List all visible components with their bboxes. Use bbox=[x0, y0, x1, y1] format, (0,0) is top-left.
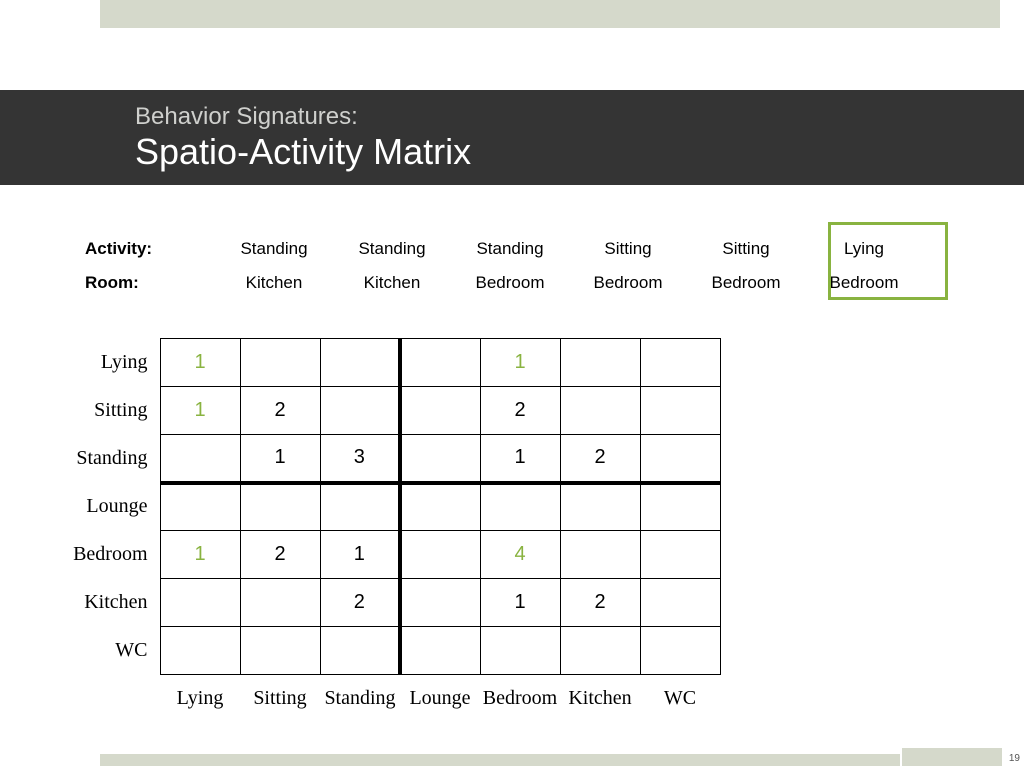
matrix-cell: 2 bbox=[320, 579, 400, 627]
matrix-cell bbox=[400, 435, 480, 483]
matrix-cell bbox=[160, 627, 240, 675]
current-state-highlight bbox=[828, 222, 948, 300]
matrix-cell bbox=[640, 435, 720, 483]
matrix-cell bbox=[320, 483, 400, 531]
matrix-cell bbox=[240, 579, 320, 627]
matrix-cell bbox=[320, 339, 400, 387]
slide-subtitle: Behavior Signatures: bbox=[135, 103, 1024, 131]
matrix-cell bbox=[320, 387, 400, 435]
matrix-cell bbox=[400, 627, 480, 675]
seq-col: Standing bbox=[215, 239, 333, 259]
matrix-cell bbox=[640, 387, 720, 435]
matrix-cell bbox=[560, 483, 640, 531]
matrix-cell bbox=[640, 627, 720, 675]
spatio-activity-matrix: Lying11Sitting122Standing1312LoungeBedro… bbox=[60, 338, 721, 723]
top-accent-bar bbox=[100, 0, 1000, 28]
bottom-accent-bar bbox=[100, 754, 900, 766]
matrix-cell bbox=[480, 483, 560, 531]
matrix-row-label: Lounge bbox=[60, 483, 160, 531]
matrix-cell bbox=[400, 483, 480, 531]
matrix-cell: 4 bbox=[480, 531, 560, 579]
matrix-cell: 1 bbox=[160, 339, 240, 387]
seq-col: Bedroom bbox=[451, 273, 569, 293]
matrix-cell: 2 bbox=[480, 387, 560, 435]
matrix-cell bbox=[400, 339, 480, 387]
matrix-cell: 1 bbox=[160, 531, 240, 579]
matrix-cell bbox=[640, 579, 720, 627]
seq-col: Sitting bbox=[569, 239, 687, 259]
matrix-cell bbox=[560, 531, 640, 579]
matrix-cell bbox=[480, 627, 560, 675]
matrix-col-label: Bedroom bbox=[480, 675, 560, 723]
matrix-col-label: Sitting bbox=[240, 675, 320, 723]
matrix-cell bbox=[240, 627, 320, 675]
matrix-col-label: Standing bbox=[320, 675, 400, 723]
matrix-col-label: Lounge bbox=[400, 675, 480, 723]
seq-col: Bedroom bbox=[569, 273, 687, 293]
matrix-col-label: Kitchen bbox=[560, 675, 640, 723]
matrix-cell: 2 bbox=[240, 531, 320, 579]
matrix-cell: 1 bbox=[320, 531, 400, 579]
matrix-cell: 1 bbox=[480, 579, 560, 627]
activity-label: Activity: bbox=[85, 239, 215, 259]
matrix-cell bbox=[400, 531, 480, 579]
matrix-row-label: Sitting bbox=[60, 387, 160, 435]
matrix-cell bbox=[160, 483, 240, 531]
seq-col: Kitchen bbox=[333, 273, 451, 293]
matrix-cell bbox=[560, 339, 640, 387]
matrix-cell bbox=[640, 339, 720, 387]
matrix-col-label: WC bbox=[640, 675, 720, 723]
seq-col: Standing bbox=[451, 239, 569, 259]
matrix-cell bbox=[160, 579, 240, 627]
room-label: Room: bbox=[85, 273, 215, 293]
seq-col: Kitchen bbox=[215, 273, 333, 293]
matrix-cell bbox=[240, 483, 320, 531]
page-number: 19 bbox=[1009, 753, 1020, 764]
seq-col: Standing bbox=[333, 239, 451, 259]
matrix-cell bbox=[160, 435, 240, 483]
matrix-cell bbox=[400, 579, 480, 627]
matrix-row-label: WC bbox=[60, 627, 160, 675]
matrix-cell: 3 bbox=[320, 435, 400, 483]
matrix-cell bbox=[400, 387, 480, 435]
matrix-cell bbox=[640, 531, 720, 579]
matrix-col-label: Lying bbox=[160, 675, 240, 723]
bottom-accent-bar-right bbox=[902, 748, 1002, 766]
matrix-row-label: Lying bbox=[60, 339, 160, 387]
matrix-cell bbox=[560, 627, 640, 675]
matrix-cell bbox=[240, 339, 320, 387]
matrix-row-label: Kitchen bbox=[60, 579, 160, 627]
seq-col: Sitting bbox=[687, 239, 805, 259]
matrix-cell: 1 bbox=[480, 435, 560, 483]
matrix-row-label: Bedroom bbox=[60, 531, 160, 579]
matrix-cell: 1 bbox=[160, 387, 240, 435]
matrix-cell bbox=[640, 483, 720, 531]
matrix-cell: 1 bbox=[240, 435, 320, 483]
seq-col: Bedroom bbox=[687, 273, 805, 293]
matrix-row-label: Standing bbox=[60, 435, 160, 483]
title-band: Behavior Signatures: Spatio-Activity Mat… bbox=[0, 90, 1024, 185]
matrix-cell: 1 bbox=[480, 339, 560, 387]
matrix-cell: 2 bbox=[560, 579, 640, 627]
slide-title: Spatio-Activity Matrix bbox=[135, 131, 1024, 173]
matrix-cell bbox=[560, 387, 640, 435]
matrix-cell: 2 bbox=[560, 435, 640, 483]
matrix-cell: 2 bbox=[240, 387, 320, 435]
matrix-cell bbox=[320, 627, 400, 675]
matrix-table: Lying11Sitting122Standing1312LoungeBedro… bbox=[60, 338, 721, 723]
